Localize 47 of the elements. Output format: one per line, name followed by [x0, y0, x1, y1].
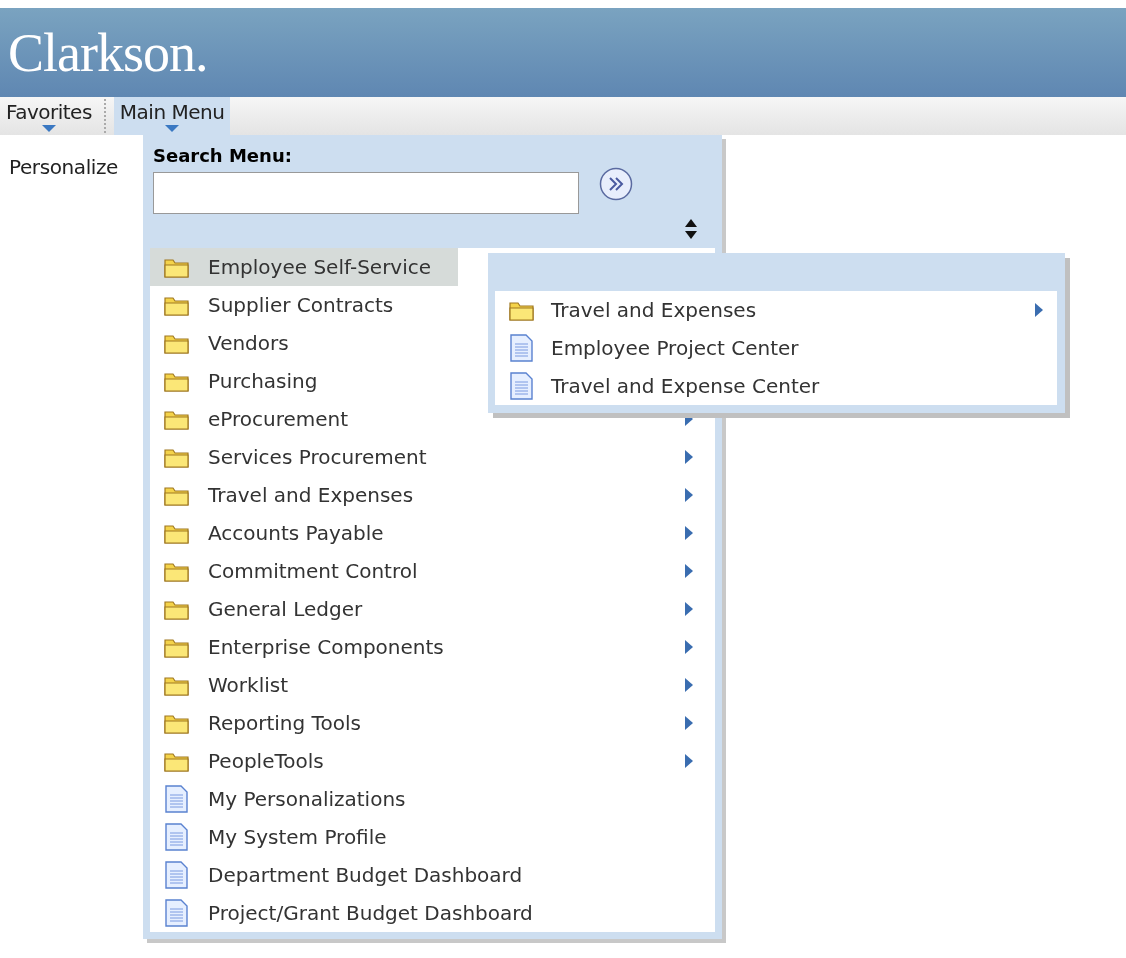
menu-item[interactable]: My Personalizations [150, 780, 685, 818]
folder-icon [164, 446, 190, 468]
nav-menu-tab[interactable]: Favorites [0, 97, 98, 135]
folder-icon [164, 522, 190, 544]
menu-item[interactable]: Enterprise Components [150, 628, 685, 666]
menu-item[interactable]: Department Budget Dashboard [150, 856, 685, 894]
folder-icon [164, 484, 190, 506]
logo: Clarkson. [8, 21, 208, 84]
folder-icon [164, 332, 190, 354]
folder-icon [164, 750, 190, 772]
folder-icon [164, 598, 190, 620]
menu-item[interactable]: Commitment Control [150, 552, 685, 590]
folder-icon [164, 560, 190, 582]
folder-icon [164, 294, 190, 316]
document-icon [164, 861, 190, 889]
menu-item[interactable]: Travel and Expenses [495, 291, 1057, 329]
menu-item[interactable]: Employee Project Center [495, 329, 1057, 367]
menu-item[interactable]: Services Procurement [150, 438, 685, 476]
menu-item[interactable]: PeopleTools [150, 742, 685, 780]
folder-icon [164, 256, 190, 278]
menu-item[interactable]: Employee Self-Service [150, 248, 458, 286]
menu-item[interactable]: Travel and Expenses [150, 476, 685, 514]
folder-icon [164, 712, 190, 734]
folder-icon [164, 674, 190, 696]
search-menu-label: Search Menu: [153, 145, 293, 166]
menu-item[interactable]: Reporting Tools [150, 704, 685, 742]
document-icon [509, 372, 535, 400]
dropdown-caret-icon [41, 125, 56, 132]
document-icon [509, 334, 535, 362]
document-icon [164, 785, 190, 813]
personalize-link[interactable]: Personalize [9, 155, 143, 179]
folder-icon [164, 370, 190, 392]
folder-icon [509, 299, 535, 321]
folder-icon [164, 636, 190, 658]
search-go-button[interactable] [599, 167, 633, 201]
sort-icon[interactable] [684, 218, 698, 240]
menu-item[interactable]: Accounts Payable [150, 514, 685, 552]
nav-menu-tab[interactable]: Main Menu [113, 97, 231, 135]
folder-icon [164, 408, 190, 430]
document-icon [164, 823, 190, 851]
search-field[interactable] [153, 172, 579, 214]
dropdown-caret-icon [165, 125, 180, 132]
document-icon [164, 899, 190, 927]
menu-item[interactable]: My System Profile [150, 818, 685, 856]
menu-item[interactable]: General Ledger [150, 590, 685, 628]
menu-item[interactable]: Worklist [150, 666, 685, 704]
menu-item[interactable]: Project/Grant Budget Dashboard [150, 894, 685, 932]
